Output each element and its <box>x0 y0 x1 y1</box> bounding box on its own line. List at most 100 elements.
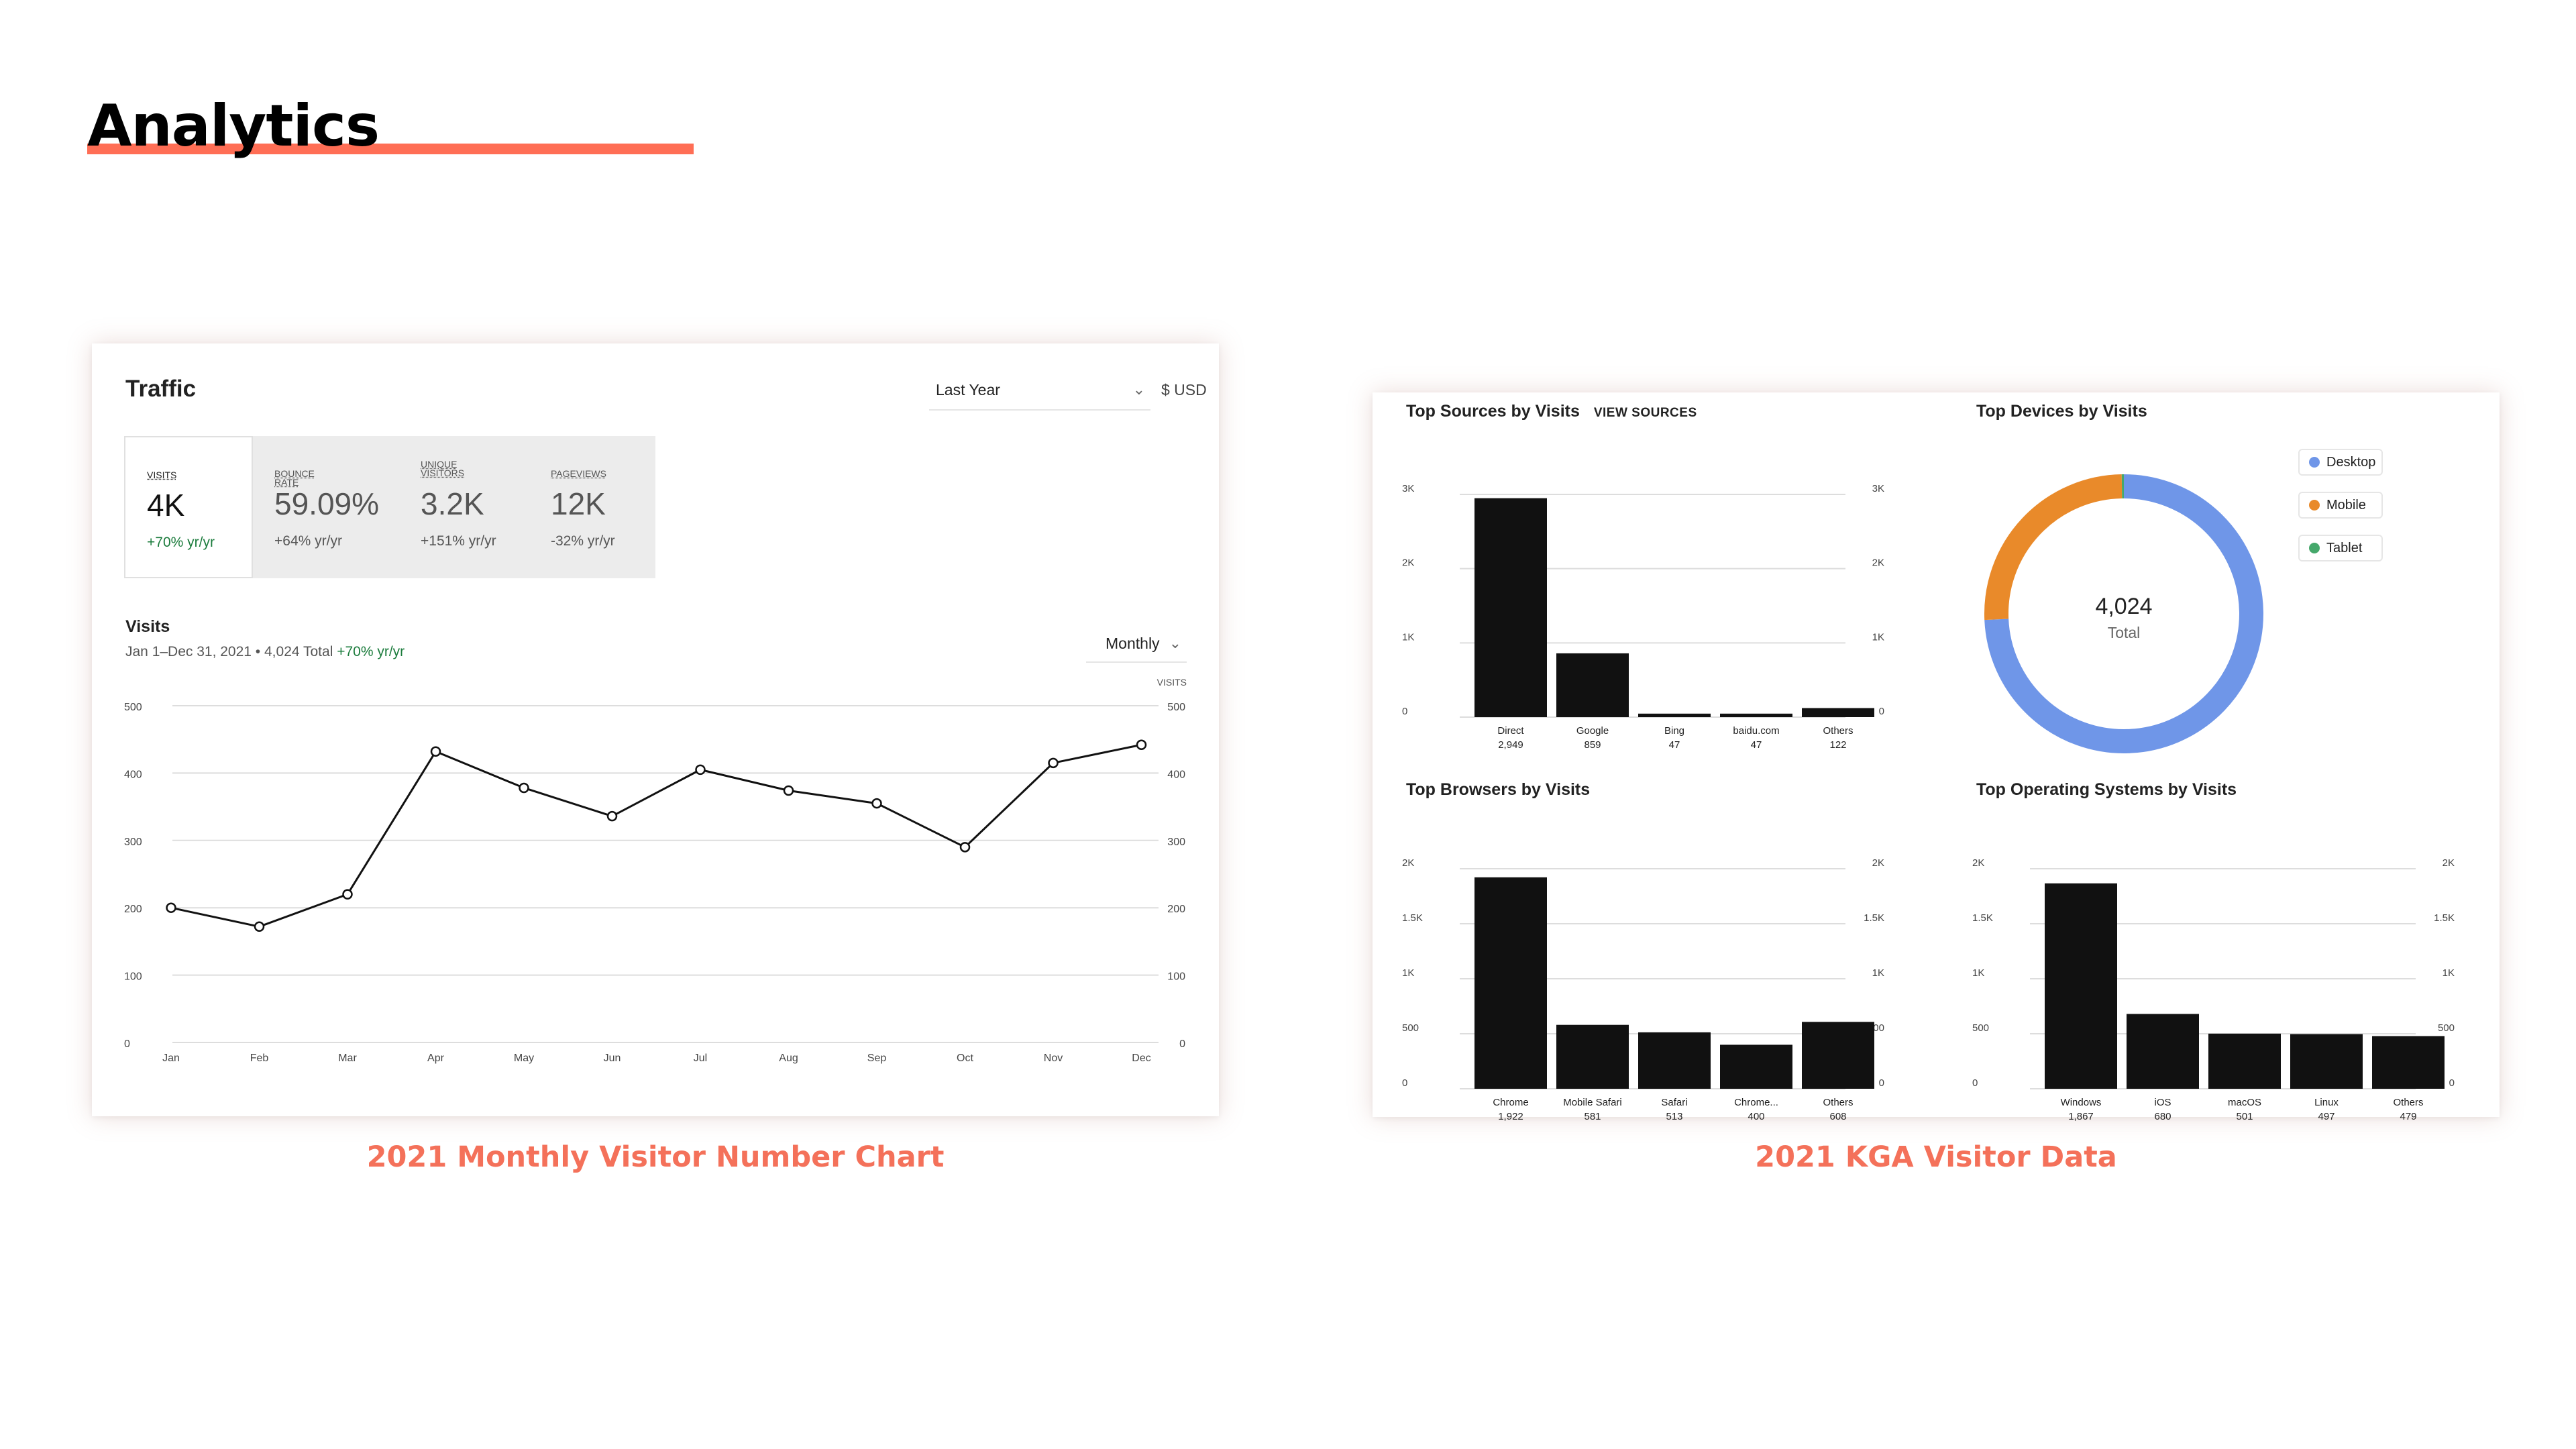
visits-line <box>170 743 1142 928</box>
legend-desktop[interactable]: Desktop <box>2298 449 2383 476</box>
x-tick-label: Apr <box>427 1053 445 1064</box>
value-label: 2,949 <box>1498 739 1523 751</box>
category-label: Safari <box>1661 1097 1687 1108</box>
y-tick-label: 100 <box>124 971 142 983</box>
donut-center-value: 4,024 <box>2095 594 2152 619</box>
data-point <box>519 782 529 794</box>
bar <box>1474 877 1547 1089</box>
browsers-bar-chart: 0 0500 5001K 1K1.5K 1.5K2K 2KChrome1,922Mobil… <box>1402 857 1884 1122</box>
bar <box>1556 653 1629 717</box>
y-tick-label-right: 400 <box>1167 769 1185 780</box>
bar <box>1556 1024 1629 1089</box>
y-tick-label-right: 1.5K <box>2434 912 2455 924</box>
category-label: iOS <box>2154 1097 2171 1108</box>
data-point <box>166 902 176 913</box>
browsers-title: Top Browsers by Visits <box>1406 780 1591 799</box>
right-axis-label: VISITS <box>1157 677 1187 688</box>
y-tick-label-right: 1K <box>1872 631 1884 643</box>
value-label: 479 <box>2400 1111 2416 1122</box>
value-label: 47 <box>1669 739 1680 751</box>
y-tick-label: 1K <box>1402 631 1414 643</box>
data-point <box>342 889 353 900</box>
y-tick-label: 400 <box>124 769 142 780</box>
legend-label: Mobile <box>2326 497 2366 513</box>
os-bar-chart: 0 0 500 500 1K 1K 1.5K 1.5K 2K 2K Windows 1,867 iOS 6… <box>1972 857 2455 1122</box>
bar <box>1720 1044 1792 1089</box>
y-tick-label: 3K <box>1402 483 1414 494</box>
data-point <box>254 921 265 932</box>
y-tick-label: 500 <box>124 702 142 713</box>
devices-donut-chart: 4,024 Total <box>1984 474 2263 753</box>
category-label: Others <box>2393 1097 2423 1108</box>
category-label: Bing <box>1664 725 1684 737</box>
y-tick-label-right: 1K <box>1872 967 1884 979</box>
y-tick-label-right: 200 <box>1167 904 1185 915</box>
donut-center-label: Total <box>2108 624 2141 641</box>
x-tick-label: Mar <box>338 1053 357 1064</box>
mobile-dot-icon <box>2309 500 2320 511</box>
bar <box>2045 883 2117 1089</box>
y-tick-label-right: 300 <box>1167 837 1185 848</box>
value-label: 501 <box>2236 1111 2253 1122</box>
bar <box>2208 1033 2281 1089</box>
bar <box>2127 1014 2199 1089</box>
value-label: 608 <box>1829 1111 1846 1122</box>
y-tick-label-right: 500 <box>2438 1022 2455 1034</box>
y-tick-label: 1.5K <box>1402 912 1423 924</box>
sources-bar-chart: 0 0 1K 1K 2K 2K 3K 3K Direct 2,949 Google 859 Bing 47… <box>1402 483 1884 751</box>
y-tick-label-right: 2K <box>1872 857 1884 869</box>
desktop-dot-icon <box>2309 457 2320 468</box>
value-label: 47 <box>1751 739 1762 751</box>
y-tick-label-right: 0 <box>1179 1038 1185 1050</box>
category-label: Chrome <box>1493 1097 1528 1108</box>
x-tick-label: Nov <box>1044 1053 1063 1064</box>
bar <box>2372 1036 2445 1089</box>
y-tick-label-right: 2K <box>2443 857 2455 869</box>
y-tick-label: 2K <box>1402 857 1414 869</box>
value-label: 859 <box>1584 739 1601 751</box>
y-tick-label-right: 2K <box>1872 557 1884 569</box>
view-sources-link[interactable]: VIEW SOURCES <box>1594 406 1697 420</box>
value-label: 1,922 <box>1498 1111 1523 1122</box>
legend-label: Tablet <box>2326 540 2363 555</box>
category-label: Linux <box>2314 1097 2339 1108</box>
data-point <box>430 746 441 757</box>
sources-panel-title: Top Sources by Visits VIEW SOURCES <box>1406 402 1697 421</box>
data-point <box>871 798 882 809</box>
category-label: Chrome... <box>1734 1097 1778 1108</box>
traffic-card: Traffic Last Year ⌄ $ USD VISITS 4K +70%… <box>92 343 1219 1116</box>
category-label: Others <box>1823 725 1853 737</box>
category-label: Others <box>1823 1097 1853 1108</box>
x-tick-label: Oct <box>957 1053 973 1064</box>
legend-tablet[interactable]: Tablet <box>2298 535 2383 561</box>
page-title: Analytics <box>87 93 380 160</box>
x-tick-label: Dec <box>1132 1053 1150 1064</box>
y-tick-label-right: 1K <box>2443 967 2455 979</box>
bar <box>1802 708 1874 717</box>
data-point <box>606 810 618 822</box>
x-tick-label: Jun <box>604 1053 621 1064</box>
bar <box>1638 713 1711 717</box>
y-tick-label: 300 <box>124 837 142 848</box>
y-tick-label: 1K <box>1972 967 1984 979</box>
caption-left: 2021 Monthly Visitor Number Chart <box>366 1140 945 1174</box>
legend-mobile[interactable]: Mobile <box>2298 492 2383 519</box>
y-tick-label-right: 100 <box>1167 971 1185 983</box>
value-label: 680 <box>2154 1111 2171 1122</box>
os-title: Top Operating Systems by Visits <box>1976 780 2237 799</box>
value-label: 497 <box>2318 1111 2334 1122</box>
data-point <box>783 785 794 796</box>
x-tick-label: Jan <box>162 1053 180 1064</box>
y-tick-label: 1K <box>1402 967 1414 979</box>
y-tick-label: 500 <box>1972 1022 1989 1034</box>
y-tick-label: 0 <box>1402 706 1407 717</box>
kga-card: Top Sources by Visits VIEW SOURCES 0 0 1K 1… <box>1373 392 2500 1122</box>
sources-title: Top Sources by Visits <box>1406 402 1580 421</box>
x-tick-label: Jul <box>694 1053 707 1064</box>
category-label: baidu.com <box>1733 725 1779 737</box>
value-label: 513 <box>1666 1111 1682 1122</box>
bar <box>1638 1032 1711 1089</box>
category-label: Windows <box>2061 1097 2102 1108</box>
y-tick-label: 1.5K <box>1972 912 1993 924</box>
category-label: Google <box>1576 725 1609 737</box>
